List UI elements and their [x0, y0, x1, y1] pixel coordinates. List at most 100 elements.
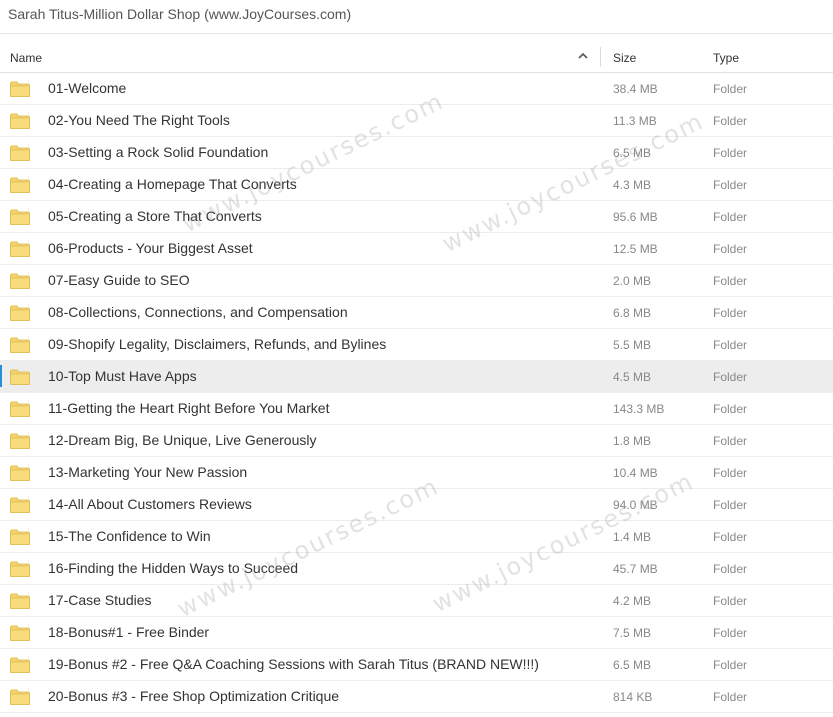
column-header-name[interactable]: Name [10, 51, 42, 65]
file-name[interactable]: 04-Creating a Homepage That Converts [48, 176, 297, 192]
file-type: Folder [713, 562, 748, 576]
file-name[interactable]: 10-Top Must Have Apps [48, 368, 197, 384]
table-row[interactable]: 10-Top Must Have Apps 4.5 MB Folder [0, 361, 833, 393]
file-name[interactable]: 17-Case Studies [48, 592, 152, 608]
file-name[interactable]: 09-Shopify Legality, Disclaimers, Refund… [48, 336, 386, 352]
file-name[interactable]: 15-The Confidence to Win [48, 528, 211, 544]
file-list: 01-Welcome 38.4 MB Folder 02-You Need The R… [0, 73, 833, 713]
folder-icon [10, 369, 30, 385]
table-row[interactable]: 07-Easy Guide to SEO 2.0 MB Folder [0, 265, 833, 297]
file-size: 6.8 MB [613, 306, 652, 320]
chevron-up-icon[interactable] [577, 50, 589, 62]
folder-icon [10, 497, 30, 513]
file-size: 94.0 MB [613, 498, 658, 512]
file-size: 5.5 MB [613, 338, 652, 352]
file-size: 6.5 MB [613, 658, 652, 672]
file-type: Folder [713, 178, 748, 192]
file-name[interactable]: 11-Getting the Heart Right Before You Ma… [48, 400, 329, 416]
file-size: 143.3 MB [613, 402, 665, 416]
column-header-type[interactable]: Type [713, 51, 739, 65]
file-size: 95.6 MB [613, 210, 658, 224]
table-row[interactable]: 16-Finding the Hidden Ways to Succeed 45.… [0, 553, 833, 585]
file-type: Folder [713, 626, 748, 640]
file-name[interactable]: 12-Dream Big, Be Unique, Live Generously [48, 432, 316, 448]
file-type: Folder [713, 146, 748, 160]
table-row[interactable]: 09-Shopify Legality, Disclaimers, Refund… [0, 329, 833, 361]
file-size: 1.4 MB [613, 530, 652, 544]
table-row[interactable]: 01-Welcome 38.4 MB Folder [0, 73, 833, 105]
file-size: 6.5 MB [613, 146, 652, 160]
table-row[interactable]: 19-Bonus #2 - Free Q&A Coaching Sessions… [0, 649, 833, 681]
folder-icon [10, 145, 30, 161]
column-header: Name Size Type [0, 41, 833, 73]
folder-icon [10, 593, 30, 609]
file-size: 38.4 MB [613, 82, 658, 96]
file-type: Folder [713, 530, 748, 544]
file-name[interactable]: 19-Bonus #2 - Free Q&A Coaching Sessions… [48, 656, 539, 672]
folder-icon [10, 273, 30, 289]
file-type: Folder [713, 658, 748, 672]
file-type: Folder [713, 690, 748, 704]
file-type: Folder [713, 82, 748, 96]
folder-icon [10, 401, 30, 417]
file-name[interactable]: 08-Collections, Connections, and Compens… [48, 304, 348, 320]
file-size: 11.3 MB [613, 114, 657, 128]
file-size: 45.7 MB [613, 562, 658, 576]
folder-icon [10, 465, 30, 481]
table-row[interactable]: 11-Getting the Heart Right Before You Ma… [0, 393, 833, 425]
file-type: Folder [713, 242, 748, 256]
file-type: Folder [713, 274, 748, 288]
file-type: Folder [713, 466, 748, 480]
table-row[interactable]: 13-Marketing Your New Passion 10.4 MB Fold… [0, 457, 833, 489]
table-row[interactable]: 14-All About Customers Reviews 94.0 MB Fol… [0, 489, 833, 521]
file-name[interactable]: 03-Setting a Rock Solid Foundation [48, 144, 268, 160]
file-name[interactable]: 06-Products - Your Biggest Asset [48, 240, 253, 256]
file-name[interactable]: 16-Finding the Hidden Ways to Succeed [48, 560, 298, 576]
folder-icon [10, 337, 30, 353]
file-size: 4.5 MB [613, 370, 652, 384]
window-title: Sarah Titus-Million Dollar Shop (www.Joy… [0, 0, 833, 34]
table-row[interactable]: 03-Setting a Rock Solid Foundation 6.5 MB… [0, 137, 833, 169]
file-name[interactable]: 20-Bonus #3 - Free Shop Optimization Cri… [48, 688, 339, 704]
table-row[interactable]: 05-Creating a Store That Converts 95.6 MB… [0, 201, 833, 233]
file-size: 4.2 MB [613, 594, 652, 608]
table-row[interactable]: 15-The Confidence to Win 1.4 MB Folder [0, 521, 833, 553]
file-name[interactable]: 07-Easy Guide to SEO [48, 272, 190, 288]
file-name[interactable]: 18-Bonus#1 - Free Binder [48, 624, 209, 640]
file-size: 12.5 MB [613, 242, 658, 256]
folder-icon [10, 433, 30, 449]
table-row[interactable]: 12-Dream Big, Be Unique, Live Generously… [0, 425, 833, 457]
folder-icon [10, 657, 30, 673]
file-size: 2.0 MB [613, 274, 652, 288]
file-size: 10.4 MB [613, 466, 658, 480]
file-name[interactable]: 02-You Need The Right Tools [48, 112, 230, 128]
file-type: Folder [713, 434, 748, 448]
file-type: Folder [713, 594, 748, 608]
column-header-size[interactable]: Size [613, 51, 636, 65]
file-type: Folder [713, 402, 748, 416]
file-size: 4.3 MB [613, 178, 652, 192]
file-type: Folder [713, 306, 748, 320]
folder-icon [10, 241, 30, 257]
table-row[interactable]: 20-Bonus #3 - Free Shop Optimization Cri… [0, 681, 833, 713]
file-name[interactable]: 01-Welcome [48, 80, 126, 96]
folder-icon [10, 529, 30, 545]
file-size: 7.5 MB [613, 626, 652, 640]
folder-icon [10, 625, 30, 641]
folder-icon [10, 209, 30, 225]
folder-icon [10, 177, 30, 193]
table-row[interactable]: 18-Bonus#1 - Free Binder 7.5 MB Folder [0, 617, 833, 649]
table-row[interactable]: 17-Case Studies 4.2 MB Folder [0, 585, 833, 617]
file-type: Folder [713, 498, 748, 512]
file-name[interactable]: 05-Creating a Store That Converts [48, 208, 262, 224]
file-name[interactable]: 14-All About Customers Reviews [48, 496, 252, 512]
file-name[interactable]: 13-Marketing Your New Passion [48, 464, 247, 480]
column-divider[interactable] [600, 47, 601, 67]
table-row[interactable]: 02-You Need The Right Tools 11.3 MB Folder [0, 105, 833, 137]
table-row[interactable]: 06-Products - Your Biggest Asset 12.5 MB F… [0, 233, 833, 265]
folder-icon [10, 561, 30, 577]
table-row[interactable]: 08-Collections, Connections, and Compens… [0, 297, 833, 329]
folder-icon [10, 689, 30, 705]
folder-icon [10, 81, 30, 97]
table-row[interactable]: 04-Creating a Homepage That Converts 4.3 … [0, 169, 833, 201]
